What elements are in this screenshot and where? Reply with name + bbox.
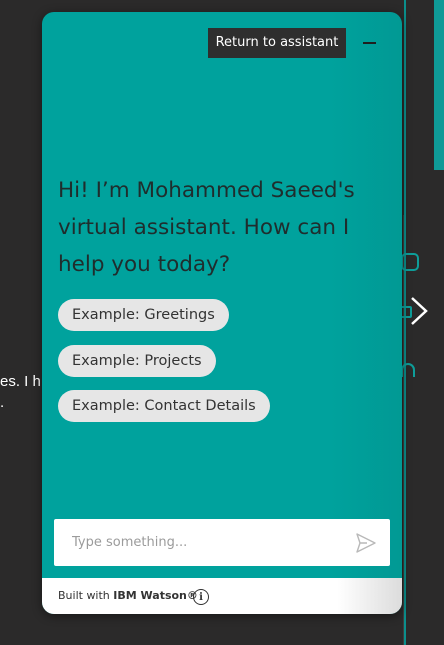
minimize-button[interactable] <box>360 33 380 53</box>
arch-icon[interactable] <box>401 363 415 377</box>
message-input-box <box>54 519 390 566</box>
send-button[interactable] <box>354 531 378 555</box>
suggestion-list: Example: Greetings Example: Projects Exa… <box>58 299 270 436</box>
suggestion-greetings[interactable]: Example: Greetings <box>58 299 229 331</box>
minimize-icon <box>363 42 376 44</box>
footer-brand: IBM Watson® <box>113 589 198 602</box>
background-text-line-2: . <box>0 394 5 411</box>
info-icon[interactable]: i <box>193 589 209 605</box>
return-to-assistant-button[interactable]: Return to assistant <box>208 28 346 58</box>
chevron-right-icon[interactable] <box>404 296 434 326</box>
greeting-message: Hi! I’m Mohammed Saeed's virtual assista… <box>58 178 355 277</box>
footer-prefix: Built with <box>58 589 110 602</box>
suggestion-projects[interactable]: Example: Projects <box>58 344 216 377</box>
widget-footer: Built with IBM Watson® i <box>42 578 402 614</box>
message-input[interactable] <box>54 519 344 566</box>
suggestion-contact-details[interactable]: Example: Contact Details <box>58 390 270 422</box>
background-scrollbar[interactable] <box>434 0 444 170</box>
footer-attribution: Built with IBM Watson® <box>58 589 198 603</box>
instagram-icon[interactable] <box>401 253 419 271</box>
send-icon <box>356 533 376 553</box>
chat-widget: Return to assistant Hi! I’m Mohammed Sae… <box>42 12 402 614</box>
background-page-text: es. I h . <box>0 371 41 413</box>
background-text-line-1: es. I h <box>0 373 41 390</box>
